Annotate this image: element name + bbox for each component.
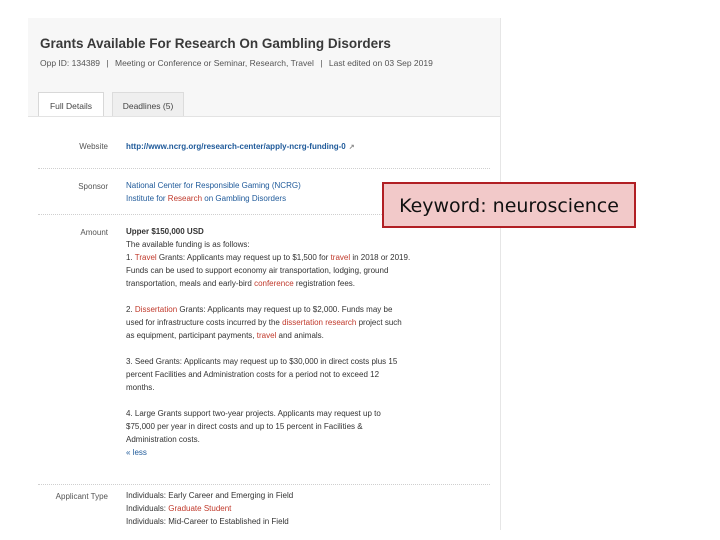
- applicant-type-label: Applicant Type: [55, 492, 108, 501]
- website-row: http://www.ncrg.org/research-center/appl…: [126, 140, 355, 154]
- sponsor-label: Sponsor: [78, 182, 108, 191]
- keyword-highlight: Research: [167, 194, 203, 203]
- keyword-callout: Keyword: neuroscience: [382, 182, 636, 228]
- amount-line: transportation, meals and early-bird con…: [126, 277, 410, 290]
- amount-text: registration fees.: [293, 279, 356, 288]
- keyword-highlight: conference: [254, 279, 294, 288]
- grant-detail-panel: Grants Available For Research On Gamblin…: [28, 18, 501, 530]
- meta-separator: |: [320, 58, 323, 68]
- opp-categories: Meeting or Conference or Seminar, Resear…: [114, 58, 314, 68]
- sponsor-value: National Center for Responsible Gaming (…: [126, 179, 301, 205]
- item-number: 2.: [126, 305, 135, 314]
- amount-text: Grants: Applicants may request up to $2,…: [177, 305, 393, 314]
- keyword-highlight: Travel: [134, 253, 157, 262]
- grant-meta: Opp ID: 134389 | Meeting or Conference o…: [40, 58, 433, 68]
- amount-upper: Upper $150,000 USD: [126, 227, 204, 236]
- last-edited: Last edited on 03 Sep 2019: [328, 58, 433, 68]
- amount-text: Grants: Applicants may request up to $1,…: [156, 253, 331, 262]
- amount-line: Funds can be used to support economy air…: [126, 266, 389, 275]
- amount-line: percent Facilities and Administration co…: [126, 370, 380, 379]
- keyword-highlight: dissertation: [282, 318, 323, 327]
- applicant-line: Individuals: Mid-Career to Established i…: [126, 517, 289, 526]
- amount-text: in 2018 or 2019.: [350, 253, 411, 262]
- amount-line: months.: [126, 383, 155, 392]
- applicant-type-value: Individuals: Early Career and Emerging i…: [126, 489, 293, 528]
- amount-line: 4. Large Grants support two-year project…: [126, 409, 381, 418]
- amount-value: Upper $150,000 USD The available funding…: [126, 225, 410, 459]
- meta-separator: |: [106, 58, 109, 68]
- tab-deadlines[interactable]: Deadlines (5): [112, 92, 184, 116]
- tab-label: Full Details: [49, 101, 93, 111]
- amount-text: transportation, meals and early-bird: [126, 279, 255, 288]
- tab-label: Deadlines (5): [122, 101, 174, 111]
- amount-text: project such: [356, 318, 402, 327]
- amount-text: and animals.: [276, 331, 324, 340]
- amount-text: used for infrastructure costs incurred b…: [126, 318, 283, 327]
- sponsor-sub-link[interactable]: Institute for Research on Gambling Disor…: [126, 192, 301, 205]
- website-link[interactable]: http://www.ncrg.org/research-center/appl…: [126, 142, 346, 151]
- applicant-line: Individuals: Early Career and Emerging i…: [126, 491, 294, 500]
- grant-header: Grants Available For Research On Gamblin…: [28, 18, 500, 117]
- amount-line: used for infrastructure costs incurred b…: [126, 316, 410, 329]
- amount-line: as equipment, participant payments, trav…: [126, 329, 410, 342]
- amount-label: Amount: [80, 228, 108, 237]
- page-title: Grants Available For Research On Gamblin…: [40, 36, 391, 51]
- divider: [38, 484, 490, 485]
- external-link-icon[interactable]: ↗: [349, 144, 355, 151]
- amount-line: 1. Travel Grants: Applicants may request…: [126, 251, 410, 264]
- amount-line: Administration costs.: [126, 435, 200, 444]
- tab-full-details[interactable]: Full Details: [38, 92, 104, 116]
- sponsor-sub-text: Institute for: [126, 194, 168, 203]
- amount-line: 3. Seed Grants: Applicants may request u…: [126, 357, 398, 366]
- applicant-text: Individuals:: [126, 504, 169, 513]
- keyword-callout-text: Keyword: neuroscience: [399, 195, 619, 217]
- amount-text: as equipment, participant payments,: [126, 331, 257, 340]
- sponsor-link[interactable]: National Center for Responsible Gaming (…: [126, 179, 301, 192]
- amount-line: 2. Dissertation Grants: Applicants may r…: [126, 303, 410, 316]
- amount-line: $75,000 per year in direct costs and up …: [126, 422, 363, 431]
- sponsor-sub-text: on Gambling Disorders: [202, 194, 287, 203]
- keyword-highlight: travel: [330, 253, 351, 262]
- website-label: Website: [79, 142, 108, 151]
- show-less-link[interactable]: « less: [126, 446, 410, 459]
- amount-intro: The available funding is as follows:: [126, 240, 250, 249]
- opp-id: Opp ID: 134389: [40, 58, 101, 68]
- divider: [38, 168, 490, 169]
- item-number: 1.: [126, 253, 135, 262]
- keyword-highlight: research: [325, 318, 357, 327]
- keyword-highlight: Dissertation: [134, 305, 178, 314]
- keyword-highlight: Graduate Student: [168, 504, 232, 513]
- applicant-line: Individuals: Graduate Student: [126, 502, 293, 515]
- keyword-highlight: travel: [256, 331, 277, 340]
